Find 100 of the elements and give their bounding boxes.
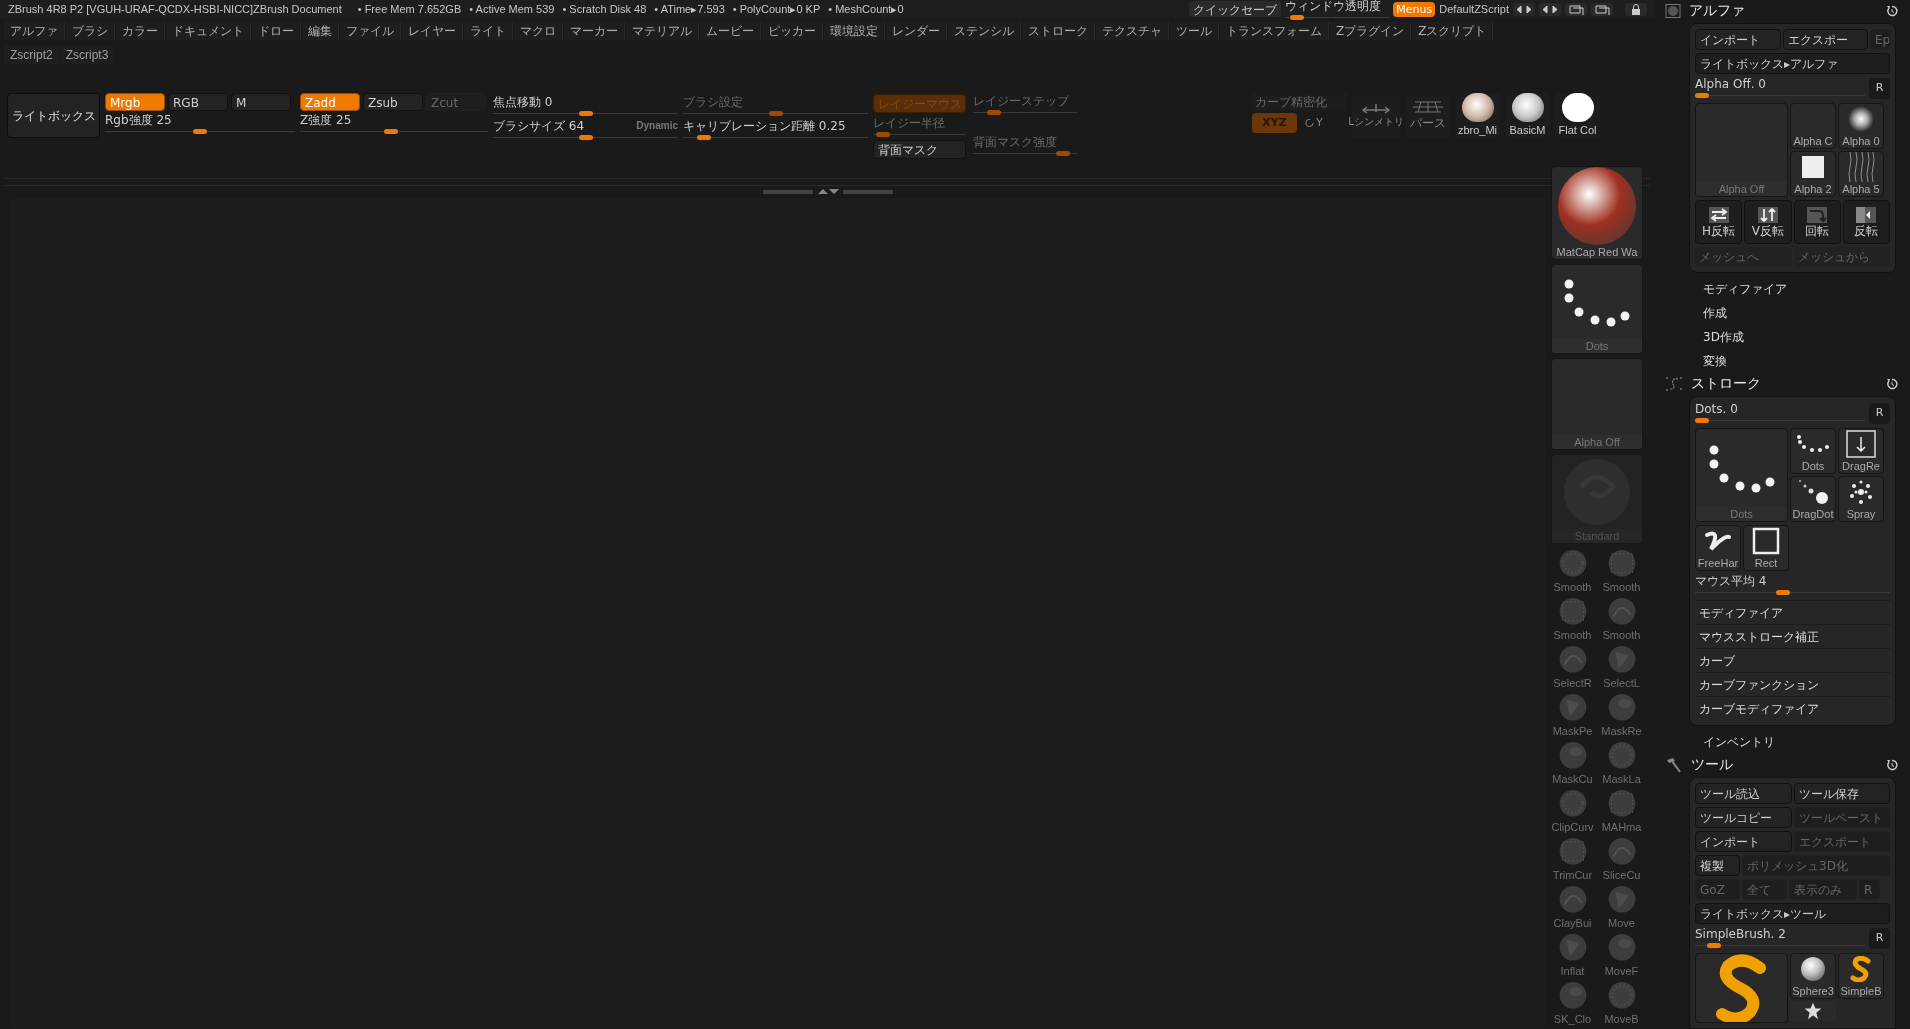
slider[interactable]: キャリブレーション距離 0.25 xyxy=(683,119,868,140)
brush-button[interactable]: Move xyxy=(1598,884,1645,931)
menu-item[interactable]: アルファ xyxy=(4,22,65,40)
tool-thumbnail[interactable]: Sphere3 xyxy=(1790,953,1836,999)
brush-button[interactable]: TrimCur xyxy=(1549,836,1596,883)
menu-item[interactable]: ステンシル xyxy=(948,22,1021,40)
button[interactable]: エクスポー xyxy=(1782,29,1868,50)
lightbox-button[interactable]: ライトボックス xyxy=(7,93,100,138)
subpalette-item[interactable]: カーブファンクション xyxy=(1695,672,1890,696)
menu-item[interactable]: レイヤー xyxy=(402,22,463,40)
stroke-thumbnail[interactable]: Spray xyxy=(1838,476,1884,522)
stroke-thumbnail[interactable]: DragDot xyxy=(1790,476,1836,522)
button[interactable]: 複製 xyxy=(1695,855,1740,876)
brush-button[interactable]: SK_Clo xyxy=(1549,980,1596,1027)
material-thumbnail[interactable]: MatCap Red Wa xyxy=(1551,166,1643,260)
menu-item[interactable]: ピッカー xyxy=(762,22,823,40)
menu-item[interactable]: ストローク xyxy=(1022,22,1095,40)
subpalette-item[interactable]: カーブ xyxy=(1695,648,1890,672)
slider[interactable]: SimpleBrush. 2 xyxy=(1695,927,1865,950)
brush-button[interactable]: Inflat xyxy=(1549,932,1596,979)
slider-thumb[interactable] xyxy=(193,129,207,134)
menu-item[interactable]: マクロ xyxy=(514,22,563,40)
menu-item[interactable]: ブラシ xyxy=(66,22,115,40)
subpalette-item[interactable]: カーブモディファイア xyxy=(1695,696,1890,720)
button[interactable]: ツール読込 xyxy=(1695,783,1792,804)
menu-item[interactable]: Zscript2 xyxy=(4,46,59,64)
menu-item[interactable]: ムービー xyxy=(700,22,761,40)
lightbox-alpha-button[interactable]: ライトボックス▸アルファ xyxy=(1695,53,1890,74)
reset-button[interactable]: R xyxy=(1869,403,1890,424)
slider[interactable]: マウス平均 4 xyxy=(1695,574,1890,597)
brush-button[interactable]: ClipCurv xyxy=(1549,788,1596,835)
color-mode-button[interactable]: RGB xyxy=(168,93,228,111)
slider-thumb[interactable] xyxy=(578,135,593,140)
sculpt-mode-button[interactable]: Zsub xyxy=(363,93,423,111)
slider-thumb[interactable] xyxy=(1695,418,1709,423)
button[interactable]: インポート xyxy=(1695,831,1792,852)
menu-item[interactable]: マーカー xyxy=(564,22,625,40)
stroke-thumbnail[interactable]: Dots xyxy=(1790,428,1836,474)
menu-item[interactable]: トランスフォーム xyxy=(1220,22,1329,40)
slider-thumb[interactable] xyxy=(1695,93,1709,98)
brush-button[interactable]: MaskRe xyxy=(1598,692,1645,739)
scroll-arrows-icon[interactable] xyxy=(1513,2,1535,16)
stroke-thumbnail[interactable]: DragRe xyxy=(1838,428,1884,474)
slider[interactable]: 焦点移動 0 xyxy=(493,95,678,116)
subpalette-item[interactable]: 変換 xyxy=(1703,349,1910,373)
alpha-thumbnail[interactable]: Alpha 0 xyxy=(1838,103,1884,149)
menu-item[interactable]: ドキュメント xyxy=(166,22,251,40)
stroke-thumbnail[interactable]: Rect xyxy=(1743,525,1789,571)
alpha-action-button[interactable]: V反転 xyxy=(1744,200,1792,244)
button[interactable]: ツールコピー xyxy=(1695,807,1792,828)
alpha-action-button[interactable]: 反転 xyxy=(1842,200,1890,244)
menu-item[interactable]: Zscript3 xyxy=(59,46,115,64)
menu-item[interactable]: テクスチャ xyxy=(1096,22,1169,40)
dynamic-label[interactable]: Dynamic xyxy=(636,118,678,133)
subpalette-item[interactable]: 3D作成 xyxy=(1703,325,1910,349)
menu-item[interactable]: ドロー xyxy=(252,22,301,40)
menu-item[interactable]: レンダー xyxy=(886,22,947,40)
collapse-handle-icon[interactable] xyxy=(762,189,893,195)
slider-thumb[interactable] xyxy=(578,111,593,116)
brush-button[interactable]: Smooth xyxy=(1598,548,1645,595)
slider-thumb[interactable] xyxy=(696,135,711,140)
alpha-thumbnail[interactable]: Alpha C xyxy=(1790,103,1836,149)
brush-button[interactable]: SelectR xyxy=(1549,644,1596,691)
reset-button[interactable]: R xyxy=(1869,928,1890,949)
menu-item[interactable]: マテリアル xyxy=(626,22,699,40)
alpha-action-button[interactable]: 回転 xyxy=(1793,200,1841,244)
menu-item[interactable]: 編集 xyxy=(302,22,339,40)
menu-item[interactable]: 環境設定 xyxy=(824,22,885,40)
rotate-y-toggle[interactable]: Y xyxy=(1305,114,1323,132)
menu-item[interactable]: カラー xyxy=(116,22,165,40)
window-icon[interactable] xyxy=(1565,2,1587,16)
reset-icon[interactable] xyxy=(1886,4,1898,17)
window-icon[interactable] xyxy=(1591,2,1613,16)
palette-title[interactable]: アルファ xyxy=(1689,0,1745,21)
subpalette-item[interactable]: マウスストローク補正 xyxy=(1695,624,1890,648)
brush-button[interactable]: MAHma xyxy=(1598,788,1645,835)
brush-button[interactable]: MoveF xyxy=(1598,932,1645,979)
slider[interactable]: Alpha Off. 0 xyxy=(1695,77,1865,100)
subpalette-item[interactable]: 作成 xyxy=(1703,301,1910,325)
subpalette-item[interactable]: モディファイア xyxy=(1703,277,1910,301)
brush-button[interactable]: SelectL xyxy=(1598,644,1645,691)
slider-thumb[interactable] xyxy=(1289,14,1304,20)
brush-button[interactable]: Smooth xyxy=(1598,596,1645,643)
palette-title[interactable]: ツール xyxy=(1691,754,1733,775)
lightbox-tool-button[interactable]: ライトボックス▸ツール xyxy=(1695,903,1890,924)
lock-icon[interactable] xyxy=(1625,2,1647,16)
brush-button[interactable]: Smooth xyxy=(1549,548,1596,595)
slider[interactable]: Rgb強度 25 xyxy=(105,113,295,134)
slider-thumb[interactable] xyxy=(1707,943,1722,948)
menu-item[interactable]: ツール xyxy=(1170,22,1219,40)
brush-button[interactable]: MaskLa xyxy=(1598,740,1645,787)
brush-button[interactable]: SliceCu xyxy=(1598,836,1645,883)
menu-item[interactable]: Zプラグイン xyxy=(1330,22,1412,40)
menu-item[interactable]: ライト xyxy=(464,22,513,40)
menu-item[interactable]: Zスクリプト xyxy=(1412,22,1494,40)
palette-title[interactable]: ストローク xyxy=(1691,373,1761,394)
slider[interactable]: Dots. 0 xyxy=(1695,402,1865,425)
brush-button[interactable]: ClayBui xyxy=(1549,884,1596,931)
scroll-arrows-icon[interactable] xyxy=(1539,2,1561,16)
reset-icon[interactable] xyxy=(1886,377,1898,390)
